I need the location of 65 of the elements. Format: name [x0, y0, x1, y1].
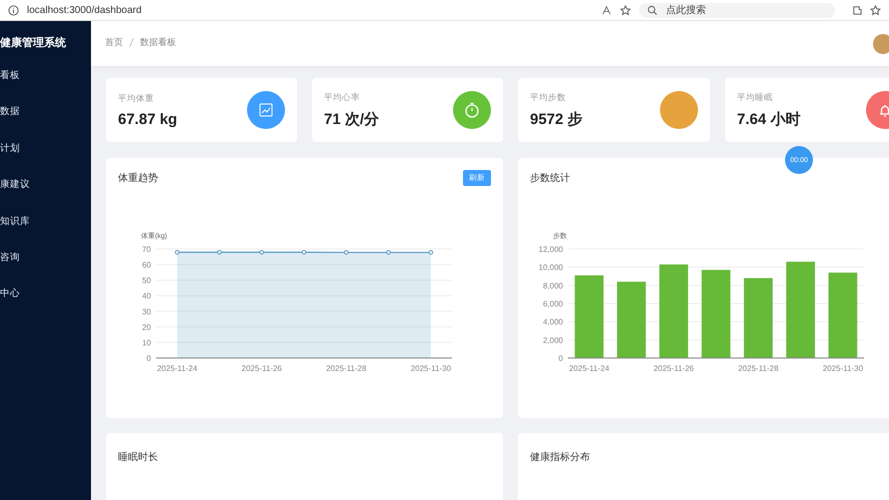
stat-value: 71 次/分 [324, 110, 380, 128]
x-axis-label: 2025-11-28 [326, 364, 366, 373]
data-point [259, 250, 264, 255]
info-icon [8, 4, 19, 16]
stopwatch-icon [464, 102, 480, 118]
stat-value: 67.87 kg [118, 110, 178, 128]
y-axis-label: 6,000 [542, 300, 563, 308]
sidebar-item[interactable]: 咨询 [0, 240, 91, 276]
sidebar-item[interactable]: 看板 [0, 58, 91, 94]
y-axis-label: 0 [558, 354, 563, 363]
sidebar-item[interactable]: 知识库 [0, 204, 91, 240]
x-axis-label: 2025-11-30 [410, 364, 452, 373]
breadcrumb-separator-icon [129, 38, 134, 46]
card-title: 步数统计 [530, 172, 570, 185]
sidebar-item[interactable]: 康建议 [0, 167, 91, 204]
sidebar-item[interactable]: 数据 [0, 94, 91, 131]
y-axis-label: 50 [142, 276, 151, 286]
data-point [386, 250, 391, 255]
star-icon[interactable] [620, 4, 631, 16]
data-point [302, 250, 306, 255]
y-axis-label: 20 [142, 322, 151, 332]
x-axis-label: 2025-11-26 [242, 364, 282, 373]
y-axis-label: 10,000 [538, 263, 563, 272]
card-title: 睡眠时长 [118, 452, 158, 463]
y-axis-label: 8,000 [542, 281, 563, 290]
stat-label: 平均体重 [118, 92, 155, 104]
x-axis-label: 2025-11-28 [738, 364, 778, 373]
sidebar-item[interactable]: 计划 [0, 130, 91, 168]
stat-label: 平均睡眠 [737, 92, 774, 104]
breadcrumb-item[interactable]: 首页 [105, 36, 123, 48]
card-title: 体重趋势 [118, 172, 158, 185]
x-axis-label: 2025-11-30 [822, 364, 864, 373]
data-point [344, 250, 349, 255]
search-field[interactable]: 点此搜索 [639, 2, 835, 18]
y-axis-label: 60 [142, 260, 151, 270]
data-point [217, 250, 222, 255]
address-bar-url[interactable]: localhost:3000/dashboard [27, 4, 593, 16]
stat-value: 7.64 小时 [737, 110, 800, 128]
y-axis-label: 10 [142, 338, 151, 348]
card-title: 健康指标分布 [530, 452, 590, 463]
y-axis-label: 30 [142, 307, 151, 316]
search-icon [647, 4, 658, 16]
stat-label: 平均心率 [324, 92, 361, 104]
x-axis-label: 2025-11-24 [568, 364, 610, 373]
trend-chart-icon [259, 103, 273, 117]
avatar[interactable] [873, 34, 889, 54]
sidebar-item[interactable]: 中心 [0, 276, 91, 313]
y-axis-label: 70 [142, 245, 151, 254]
y-axis-label: 40 [142, 292, 151, 301]
data-point [428, 250, 434, 255]
y-axis-label: 4,000 [542, 318, 563, 327]
y-axis-label: 2,000 [542, 336, 563, 345]
bell-icon [877, 102, 889, 118]
x-axis-label: 2025-11-24 [156, 364, 198, 373]
data-point [174, 250, 180, 255]
breadcrumb-item[interactable]: 数据看板 [140, 36, 176, 48]
extension-icon[interactable] [851, 4, 862, 16]
y-axis-label: 12,000 [538, 245, 563, 254]
favorites-icon[interactable] [870, 4, 881, 16]
stat-label: 平均步数 [530, 92, 567, 104]
x-axis-label: 2025-11-26 [654, 364, 694, 373]
y-axis-label: 0 [146, 354, 151, 363]
stat-value: 9572 步 [530, 110, 583, 128]
app-title: 健康管理系统 [0, 36, 67, 51]
translate-icon[interactable] [601, 4, 612, 16]
